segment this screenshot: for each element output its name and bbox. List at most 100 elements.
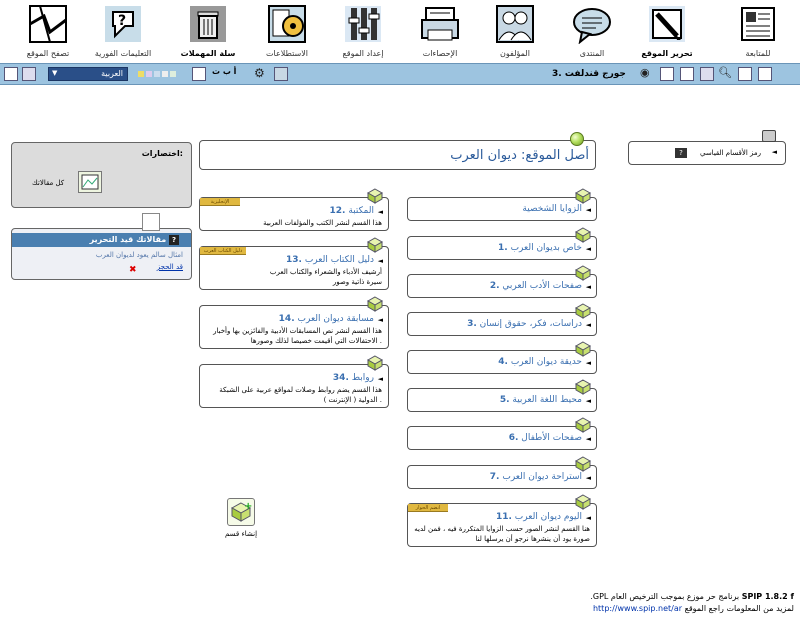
nav-trash[interactable]: سلة المهملات xyxy=(168,4,248,62)
help-icon[interactable]: ? xyxy=(169,235,179,245)
close-icon[interactable]: ✖ xyxy=(129,265,137,275)
rubric-card[interactable]: ◄ 5. محيط اللغة العربية xyxy=(407,388,597,412)
nav-followup[interactable]: للمتابعة xyxy=(718,4,798,62)
toolbar: ▼ العربية أ ب ت ⚙ 3. جورج قندلفت ◉ 🔍︎ xyxy=(0,63,800,85)
color-swatch[interactable] xyxy=(170,71,176,77)
triangle-icon: ◄ xyxy=(585,359,591,367)
rubric-title[interactable]: 11. اليوم ديوان العرب xyxy=(496,512,582,522)
nav-visit[interactable]: تصفح الموقع xyxy=(8,4,88,62)
shortcut-all-articles[interactable]: كل مقالاتك xyxy=(32,179,64,187)
rubric-card[interactable]: ◄ 3. دراسات، فكر، حقوق إنسان xyxy=(407,312,597,336)
rubric-card[interactable]: دليل الكتاب العرب ◄ 13. دليل الكتاب العر… xyxy=(199,246,389,290)
mail-icon[interactable] xyxy=(660,67,674,81)
nav-edit-site[interactable]: تحرير الموقع xyxy=(627,4,707,62)
list-icon[interactable] xyxy=(700,67,714,81)
rubric-card[interactable]: الإنجليزية ◄ 12. المكتبة هذا القسم لنشر … xyxy=(199,197,389,231)
nav-label: تصفح الموقع xyxy=(26,49,70,58)
rubric-card[interactable]: ◄ 34. روابط هذا القسم يضم روابط وصلات لم… xyxy=(199,364,389,408)
rubric-title[interactable]: 2. صفحات الأدب العربي xyxy=(490,281,582,291)
rubric-title[interactable]: 6. صفحات الأطفال xyxy=(509,433,582,443)
rubric-badge: دليل الكتاب العرب xyxy=(200,247,246,255)
svg-text:?: ? xyxy=(118,13,126,29)
sector-label: رمز الأقسام القياسي xyxy=(699,149,761,157)
color-swatch[interactable] xyxy=(154,71,160,77)
window-icon[interactable] xyxy=(4,67,18,81)
page-title: أصل الموقع: ديوان العرب xyxy=(450,148,589,163)
trash-icon xyxy=(188,4,228,44)
color-swatch[interactable] xyxy=(146,71,152,77)
rubric-card[interactable]: ◄ 7. استراحة ديوان العرب xyxy=(407,465,597,489)
rubric-card[interactable]: ◄ 14. مسابقة ديوان العرب هذا القسم لنشر … xyxy=(199,305,389,349)
color-swatch[interactable] xyxy=(162,71,168,77)
sector-box: ◄ رمز الأقسام القياسي ? xyxy=(628,141,786,165)
document-icon[interactable] xyxy=(758,67,772,81)
rubric-card[interactable]: ◄ 4. حديقة ديوان العرب xyxy=(407,350,597,374)
nav-forum[interactable]: المنتدى xyxy=(552,4,632,62)
folder-cube-icon xyxy=(575,456,591,472)
triangle-icon: ◄ xyxy=(377,316,383,324)
rubric-badge: الإنجليزية xyxy=(200,198,240,206)
window-icon[interactable] xyxy=(22,67,36,81)
triangle-icon: ◄ xyxy=(585,397,591,405)
tools-icon xyxy=(343,4,383,44)
gear-icon[interactable]: ⚙ xyxy=(254,67,268,81)
rubric-title[interactable]: 1. خاص بديوان العرب xyxy=(498,243,582,253)
rubric-description: أرشيف الأدباء والشعراء والكتاب العرب سير… xyxy=(269,268,382,286)
rubric-title[interactable]: 34. روابط xyxy=(333,373,374,383)
release-lock-link[interactable]: قد الحجز xyxy=(157,263,183,271)
rubric-title[interactable]: الزوايا الشخصية xyxy=(522,204,582,214)
rubric-card[interactable]: انضم الحوار ◄ 11. اليوم ديوان العرب هنا … xyxy=(407,503,597,547)
create-section-label[interactable]: إنشاء قسم xyxy=(225,530,257,538)
folder-cube-icon xyxy=(367,355,383,371)
help-icon: ? xyxy=(103,4,143,44)
rubric-title[interactable]: 12. المكتبة xyxy=(329,206,374,216)
nav-label: سلة المهملات xyxy=(180,49,236,58)
calendar-icon[interactable] xyxy=(738,67,752,81)
spip-link[interactable]: http://www.spip.net/ar xyxy=(593,604,682,613)
language-select[interactable]: ▼ العربية xyxy=(48,67,128,81)
rubric-title[interactable]: 14. مسابقة ديوان العرب xyxy=(279,314,374,324)
page-title-box: أصل الموقع: ديوان العرب xyxy=(199,140,596,170)
nav-options[interactable]: الاستطلاعات xyxy=(247,4,327,62)
create-section-button[interactable]: + xyxy=(227,498,255,526)
rubric-title[interactable]: 4. حديقة ديوان العرب xyxy=(498,357,582,367)
svg-text:+: + xyxy=(244,501,252,512)
rubric-description: هذا القسم لنشر الكتب والمؤلفات العربية xyxy=(263,219,382,227)
help-icon[interactable]: ? xyxy=(675,148,687,158)
articles-icon[interactable] xyxy=(78,171,102,193)
document-icon xyxy=(142,213,160,231)
rubric-card[interactable]: ◄ الزوايا الشخصية xyxy=(407,197,597,221)
rubric-title[interactable]: 5. محيط اللغة العربية xyxy=(500,395,582,405)
nav-label: تحرير الموقع xyxy=(641,49,693,58)
triangle-icon: ◄ xyxy=(377,208,383,216)
shortcuts-title: اختصارات: xyxy=(141,149,183,158)
nav-help[interactable]: ? التعليمات الفورية xyxy=(83,4,163,62)
nav-setup[interactable]: إعداد الموقع xyxy=(323,4,403,62)
panel-header: مقالاتك قيد التحرير ? xyxy=(12,233,191,247)
article-link[interactable]: امثال سالم يعود لديوان العرب xyxy=(96,251,183,259)
color-swatch[interactable] xyxy=(138,71,144,77)
newspaper-icon xyxy=(738,4,778,44)
triangle-icon: ◄ xyxy=(377,257,383,265)
folder-cube-icon xyxy=(575,379,591,395)
rubric-card[interactable]: ◄ 2. صفحات الأدب العربي xyxy=(407,274,597,298)
rubric-title[interactable]: 13. دليل الكتاب العرب xyxy=(286,255,374,265)
resize-icon[interactable] xyxy=(192,67,206,81)
rubric-card[interactable]: ◄ 1. خاص بديوان العرب xyxy=(407,236,597,260)
search-icon[interactable]: 🔍︎ xyxy=(718,67,732,81)
nav-label: إعداد الموقع xyxy=(342,49,384,58)
folder-cube-icon xyxy=(575,227,591,243)
rubric-card[interactable]: ◄ 6. صفحات الأطفال xyxy=(407,426,597,450)
nav-authors[interactable]: المؤلفون xyxy=(475,4,555,62)
eye-icon[interactable]: ◉ xyxy=(640,67,654,81)
triangle-icon: ◄ xyxy=(585,283,591,291)
nav-stats[interactable]: الإحصاءات xyxy=(400,4,480,62)
more-info: لمزيد من المعلومات راجع الموقع xyxy=(684,604,794,613)
rubric-title[interactable]: 3. دراسات، فكر، حقوق إنسان xyxy=(467,319,582,329)
edit-icon[interactable] xyxy=(680,67,694,81)
rubric-title[interactable]: 7. استراحة ديوان العرب xyxy=(490,472,582,482)
people-icon xyxy=(495,4,535,44)
font-size-icon[interactable]: أ ب ت xyxy=(212,67,240,81)
people-small-icon[interactable] xyxy=(274,67,288,81)
folder-cube-icon xyxy=(575,417,591,433)
